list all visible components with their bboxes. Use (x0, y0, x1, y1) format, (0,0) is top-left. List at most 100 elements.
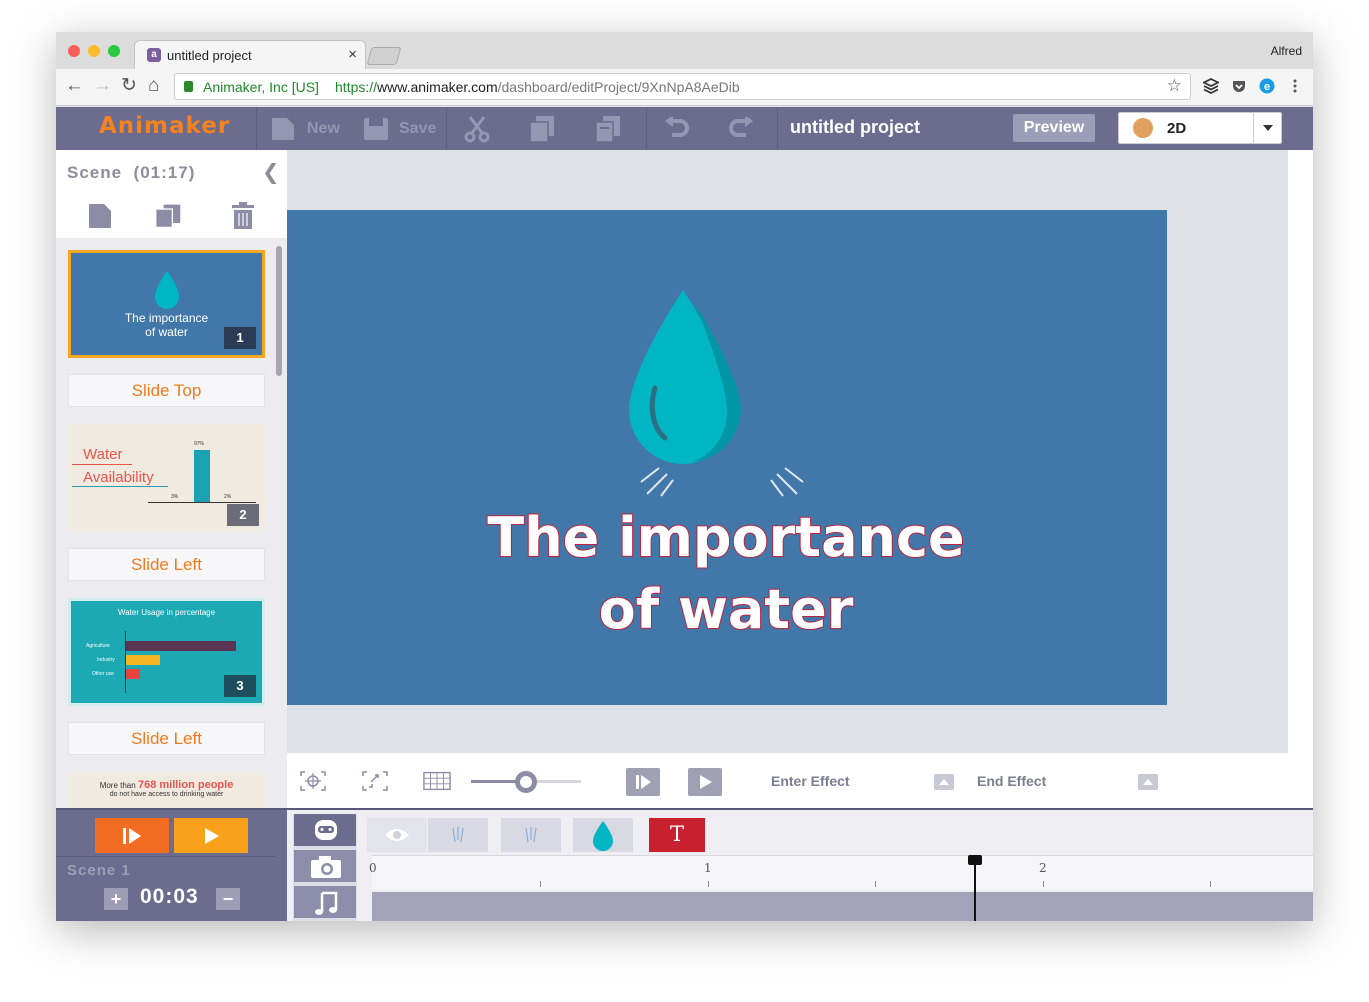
timeline-ruler[interactable]: 0 1 2 (369, 855, 1313, 890)
play-from-scene-button[interactable] (626, 768, 660, 796)
timeline-item-text[interactable]: T (649, 818, 705, 852)
transition-button-1[interactable]: Slide Top (68, 374, 265, 407)
character-avatar-icon (1133, 118, 1153, 138)
ruler-tick (1210, 881, 1211, 887)
camera-icon (311, 856, 341, 878)
profile-name[interactable]: Alfred (1271, 44, 1302, 58)
transition-button-2[interactable]: Slide Left (68, 548, 265, 581)
back-icon[interactable]: ← (65, 76, 84, 96)
url-text[interactable]: https://www.animaker.com/dashboard/editP… (335, 79, 740, 95)
minimize-window-button[interactable] (88, 45, 100, 57)
slide-canvas[interactable]: The importance of water (287, 210, 1167, 705)
play-button[interactable] (688, 768, 722, 796)
url-field[interactable]: Animaker, Inc [US] https://www.animaker.… (174, 73, 1191, 100)
slide-title-line-1[interactable]: The importance (287, 505, 1166, 570)
tab-close-icon[interactable]: × (348, 46, 357, 63)
end-effect-label[interactable]: End Effect (977, 773, 1046, 789)
timeline-track-bar[interactable] (372, 892, 1313, 921)
ruler-tick (1043, 881, 1044, 887)
scene-panel: Scene (01:17) ❮ The importance of water … (56, 150, 287, 810)
cut-icon[interactable] (464, 115, 490, 143)
new-scene-icon[interactable] (86, 202, 114, 230)
scene-list: The importance of water 1 Slide Top Wate… (56, 238, 287, 810)
increase-duration-button[interactable]: + (104, 888, 128, 910)
playhead[interactable] (974, 858, 976, 921)
extension-icon[interactable]: e (1259, 78, 1275, 94)
drop-icon (593, 821, 613, 851)
ruler-label: 1 (704, 861, 712, 875)
motion-lines-icon (770, 467, 804, 497)
home-icon[interactable]: ⌂ (148, 76, 159, 96)
music-category[interactable] (294, 886, 356, 918)
redo-icon[interactable] (728, 117, 754, 141)
new-tab-button[interactable] (366, 47, 402, 65)
new-button[interactable]: New (270, 116, 340, 142)
toolbar-divider (446, 107, 447, 150)
timeline-item-motion-lines[interactable] (501, 818, 561, 852)
dropdown-arrow-icon[interactable] (1253, 113, 1281, 143)
enter-effect-dropdown[interactable] (934, 774, 954, 790)
axis-line (148, 502, 256, 503)
zoom-slider-knob[interactable] (515, 771, 537, 793)
canvas-area: The importance of water (287, 150, 1288, 753)
end-effect-dropdown[interactable] (1138, 774, 1158, 790)
scene-thumbnail-3[interactable]: Water Usage in percentage Agriculture In… (68, 598, 265, 706)
tab-bar: a untitled project × Alfred (56, 32, 1313, 70)
close-window-button[interactable] (68, 45, 80, 57)
play-from-scene-icon (123, 828, 141, 844)
character-category[interactable] (294, 814, 356, 846)
save-button[interactable]: Save (363, 116, 436, 142)
scene-panel-title: Scene (67, 163, 123, 182)
play-scene-button[interactable] (95, 818, 169, 853)
timeline-item-eye[interactable] (367, 818, 427, 852)
tab-title: untitled project (167, 48, 252, 63)
scene-thumbnail-4[interactable]: More than 768 million people do not have… (68, 772, 265, 810)
reload-icon[interactable]: ↻ (121, 76, 137, 96)
mode-dropdown[interactable]: 2D (1118, 112, 1282, 144)
url-path: /dashboard/editProject/9XnNpA8AeDib (497, 79, 740, 95)
bar (126, 641, 236, 651)
project-title[interactable]: untitled project (790, 117, 920, 138)
zoom-window-button[interactable] (108, 45, 120, 57)
scene-panel-header: Scene (01:17) (67, 163, 195, 183)
bookmark-star-icon[interactable]: ☆ (1167, 76, 1182, 96)
decrease-duration-button[interactable]: − (216, 888, 240, 910)
paste-icon[interactable] (594, 115, 622, 143)
scene-thumb-title-2: Availability (83, 469, 154, 486)
buffer-icon[interactable] (1203, 78, 1219, 94)
chevron-up-icon (939, 779, 949, 785)
water-drop-icon[interactable] (627, 288, 747, 468)
motion-lines-icon (452, 827, 464, 843)
delete-scene-icon[interactable] (229, 202, 257, 230)
motion-lines-icon (525, 827, 537, 843)
svg-text:e: e (1264, 81, 1270, 93)
menu-dots-icon[interactable] (1287, 78, 1303, 94)
forward-icon[interactable]: → (93, 76, 112, 96)
collapse-panel-icon[interactable]: ❮ (262, 160, 280, 185)
save-label: Save (399, 120, 437, 137)
bar-label: Agriculture (86, 643, 110, 649)
canvas-controls: Enter Effect End Effect (287, 753, 1288, 810)
bar (126, 669, 140, 679)
copy-icon[interactable] (528, 115, 556, 143)
pocket-icon[interactable] (1231, 78, 1247, 94)
scene-thumbnail-1[interactable]: The importance of water 1 (68, 250, 265, 358)
duplicate-scene-icon[interactable] (154, 202, 182, 230)
transition-button-3[interactable]: Slide Left (68, 722, 265, 755)
play-icon (205, 828, 219, 844)
browser-tab[interactable]: a untitled project × (134, 40, 366, 70)
timeline-item-motion-lines[interactable] (428, 818, 488, 852)
grid-icon[interactable] (423, 770, 451, 792)
undo-icon[interactable] (664, 117, 690, 141)
scene-thumb-title-1: Water (83, 446, 123, 463)
slide-title-line-2[interactable]: of water (287, 577, 1166, 642)
scene-thumbnail-2[interactable]: Water Availability 97% 3% 2% 2 (68, 424, 265, 532)
enter-effect-label[interactable]: Enter Effect (771, 773, 850, 789)
center-icon[interactable] (299, 770, 327, 792)
scene-list-scrollbar[interactable] (276, 246, 282, 376)
preview-button[interactable]: Preview (1013, 114, 1095, 142)
timeline-item-drop[interactable] (573, 818, 633, 852)
fullscreen-icon[interactable] (361, 770, 389, 792)
camera-category[interactable] (294, 850, 356, 882)
play-all-button[interactable] (174, 818, 248, 853)
